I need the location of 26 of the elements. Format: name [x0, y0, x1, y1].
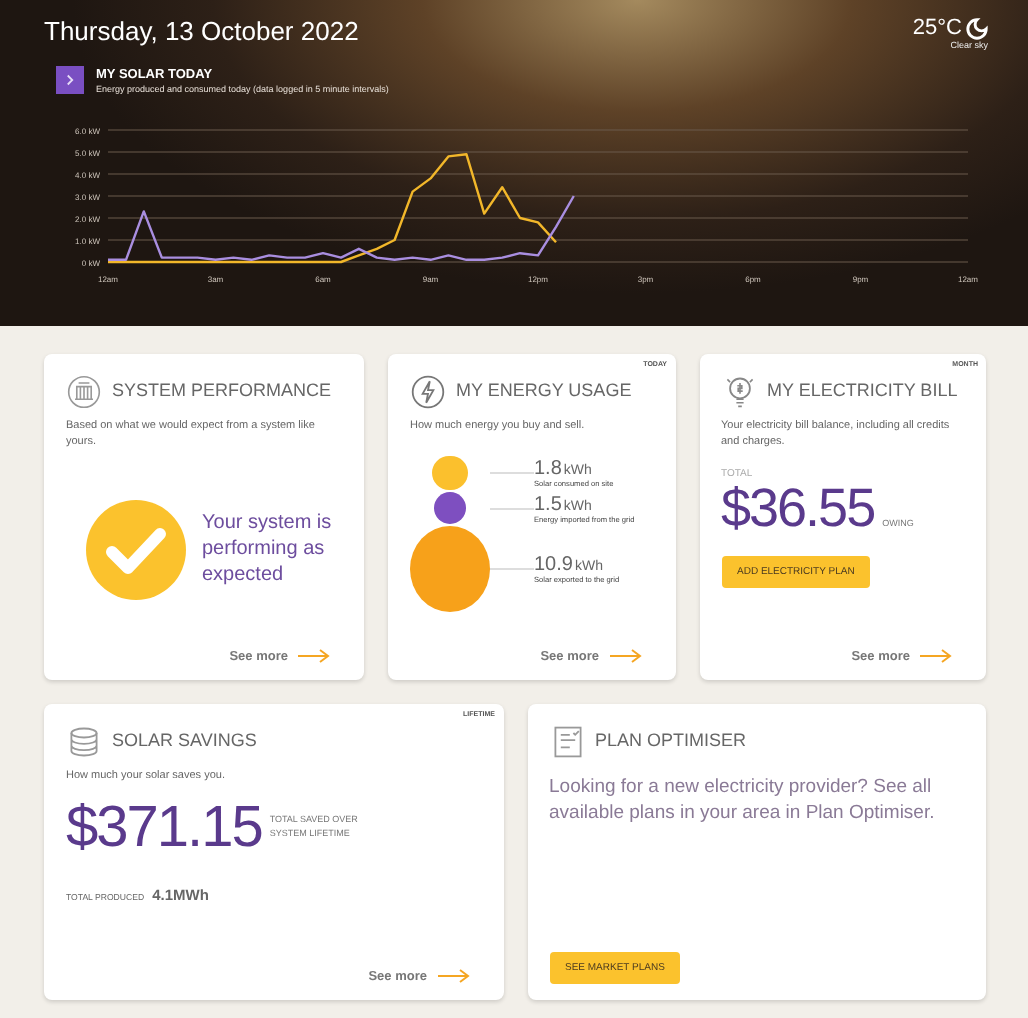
check-badge-icon: [86, 499, 186, 600]
date-heading: Thursday, 13 October 2022: [44, 16, 359, 46]
card-title: SYSTEM PERFORMANCE: [112, 378, 332, 402]
usage-value: 10.9: [534, 554, 573, 577]
lightbulb-icon: [721, 374, 757, 410]
performance-status: Your system is performing as expected: [202, 510, 334, 589]
moon-icon: [966, 17, 988, 39]
temperature: 25°C: [912, 16, 962, 40]
lightning-icon: [410, 374, 446, 410]
savings-amount: $371.15: [66, 797, 262, 862]
bill-amount: $36.55: [721, 479, 875, 540]
card-title: PLAN OPTIMISER: [595, 728, 747, 752]
card-title: MY ELECTRICITY BILL: [767, 378, 958, 402]
chevron-icon: [64, 74, 76, 86]
arrow-icon: [437, 968, 469, 984]
card-description: Looking for a new electricity provider? See all available plans in your area in Plan Optimiser.: [549, 776, 937, 828]
arrow-icon: [609, 648, 641, 664]
expand-button[interactable]: [56, 66, 84, 94]
checklist-icon: [549, 724, 585, 760]
card-title: MY ENERGY USAGE: [456, 378, 632, 402]
card-title: SOLAR SAVINGS: [112, 728, 257, 752]
arrow-icon: [298, 648, 330, 664]
usage-value: 1.5: [534, 493, 562, 516]
arrow-icon: [920, 648, 952, 664]
usage-value: 1.8: [534, 458, 562, 481]
coin-stack-icon: [66, 724, 102, 760]
